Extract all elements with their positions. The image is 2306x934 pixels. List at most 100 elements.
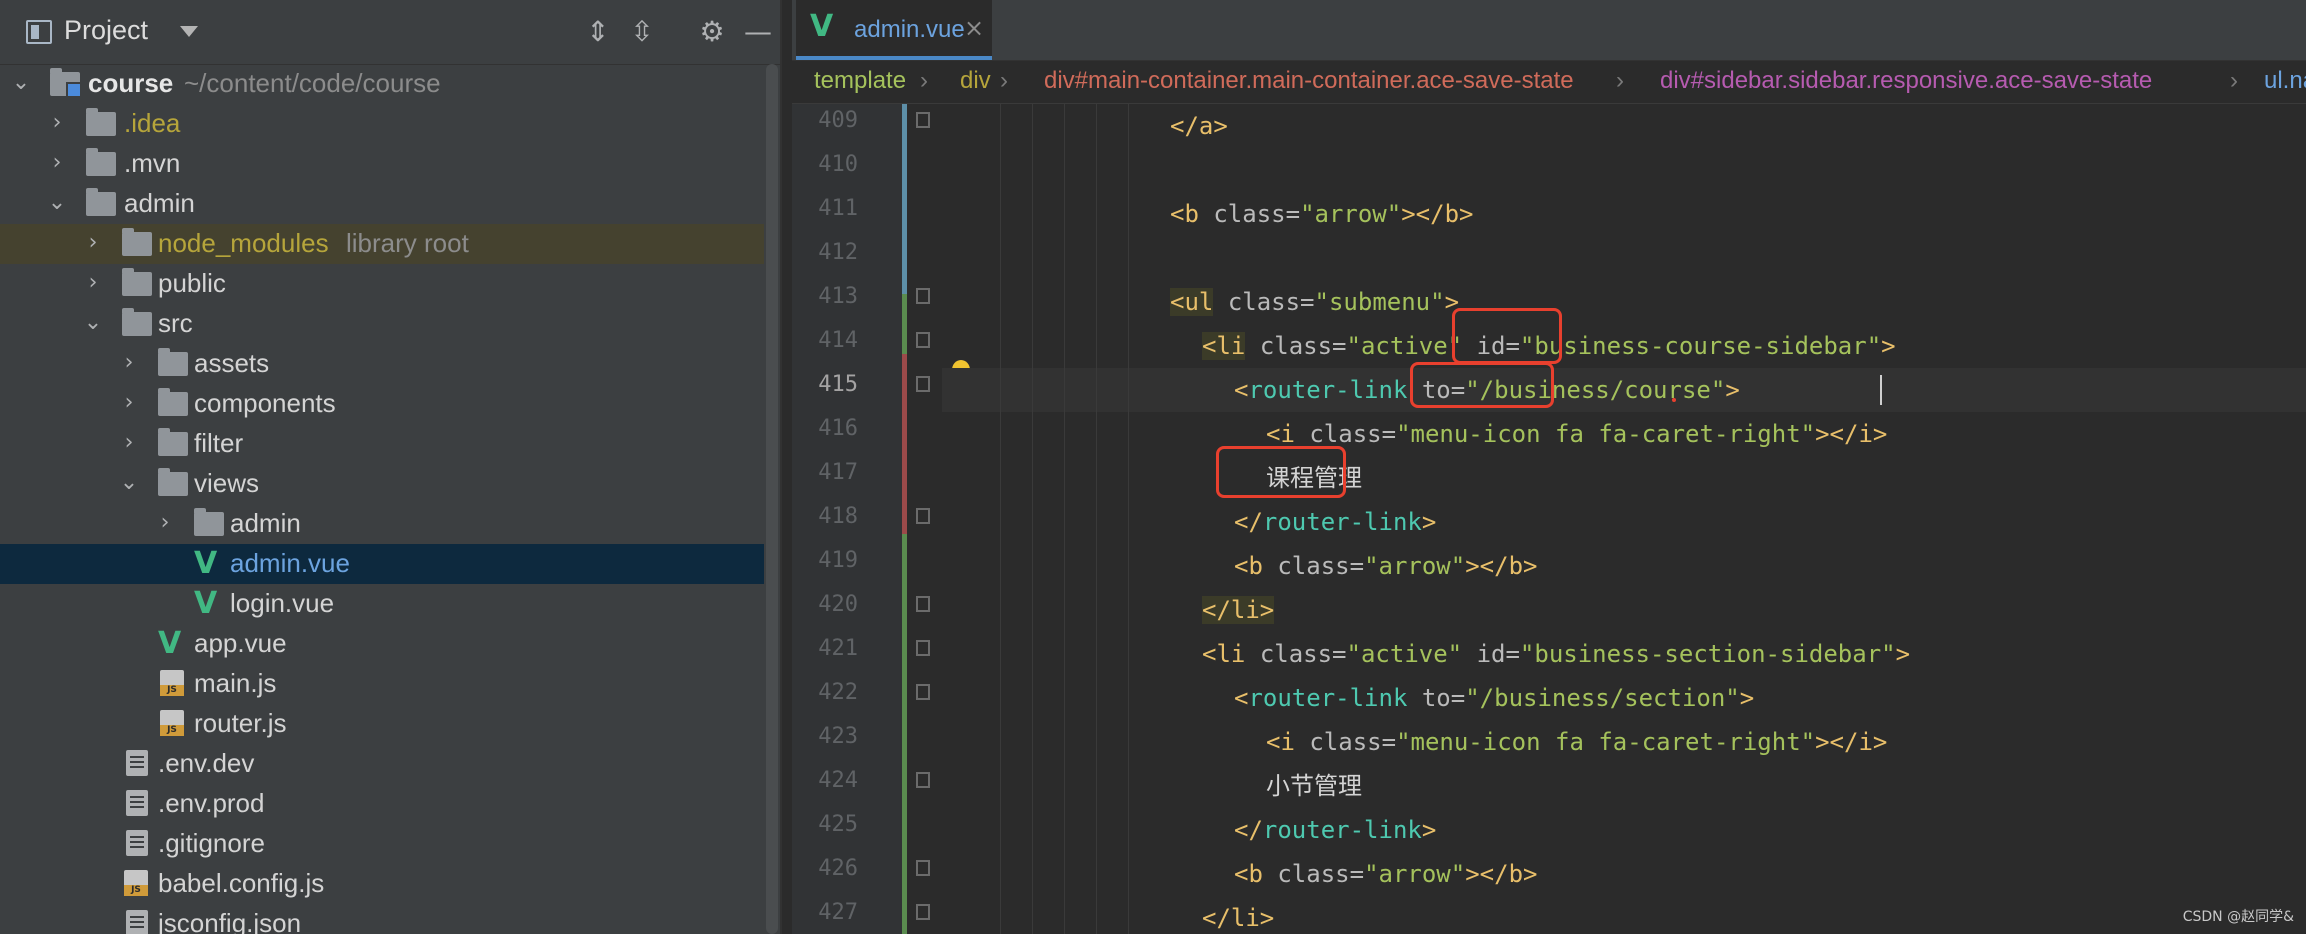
- code-line: <i class="menu-icon fa fa-caret-right"><…: [1266, 728, 1888, 756]
- library-root-label: library root: [346, 228, 469, 258]
- line-number: 423: [818, 724, 858, 749]
- gear-icon[interactable]: ⚙: [694, 14, 730, 50]
- fold-marker-icon[interactable]: [916, 112, 930, 128]
- code-line: <router-link to="/business/section">: [1234, 684, 1755, 712]
- fold-marker-icon[interactable]: [916, 376, 930, 392]
- tree-item-label: .env.dev: [158, 748, 255, 778]
- tree-item-label: main.js: [194, 668, 277, 698]
- code-line: <ul class="submenu">: [1170, 288, 1460, 316]
- fold-marker-icon[interactable]: [916, 684, 930, 700]
- tree-item-env-prod[interactable]: .env.prod: [0, 784, 764, 824]
- folder-icon: [158, 468, 188, 496]
- tree-item-public[interactable]: › public: [0, 264, 764, 304]
- tree-item-node-modules[interactable]: › node_modules library root: [0, 224, 764, 264]
- breadcrumb-item[interactable]: div: [960, 67, 991, 95]
- line-number: 410: [818, 152, 858, 177]
- chevron-right-icon[interactable]: ›: [82, 230, 104, 256]
- tree-item-label: admin: [230, 508, 301, 538]
- breadcrumb-item[interactable]: div#main-container.main-container.ace-sa…: [1044, 67, 1574, 95]
- tree-item-components[interactable]: › components: [0, 384, 764, 424]
- chevron-right-icon[interactable]: ›: [46, 110, 68, 136]
- code-area[interactable]: </a> <b class="arrow"></b> <ul class="su…: [942, 104, 2306, 934]
- change-marker-deleted[interactable]: [902, 354, 907, 534]
- text-caret: [1880, 375, 1882, 405]
- tree-item-label: views: [194, 468, 260, 498]
- tree-item-jsconfig[interactable]: jsconfig.json: [0, 904, 764, 934]
- chevron-down-icon[interactable]: ⌄: [82, 310, 104, 336]
- annotation-dot: [1672, 398, 1676, 402]
- folder-icon: [122, 268, 152, 296]
- code-line: <b class="arrow"></b>: [1234, 552, 1538, 580]
- tree-item-label: login.vue: [230, 588, 335, 618]
- fold-marker-icon[interactable]: [916, 508, 930, 524]
- line-number: 418: [818, 504, 858, 529]
- watermark: CSDN @赵同学&: [2182, 909, 2294, 925]
- change-marker-added[interactable]: [902, 534, 907, 934]
- line-number: 412: [818, 240, 858, 265]
- fold-marker-icon[interactable]: [916, 904, 930, 920]
- breadcrumb-item[interactable]: template: [814, 67, 906, 95]
- tree-item-filter[interactable]: › filter: [0, 424, 764, 464]
- tab-admin-vue[interactable]: V admin.vue ×: [796, 0, 992, 60]
- breadcrumb-item[interactable]: div#sidebar.sidebar.responsive.ace-save-…: [1660, 67, 2152, 95]
- chevron-right-icon[interactable]: ›: [118, 350, 140, 376]
- tree-item-course[interactable]: ⌄ course ~/content/code/course: [0, 64, 764, 104]
- tree-item-label: babel.config.js: [158, 868, 325, 898]
- chevron-right-icon[interactable]: ›: [46, 150, 68, 176]
- tree-item-main-js[interactable]: JS main.js: [0, 664, 764, 704]
- tree-item-admin[interactable]: ⌄ admin: [0, 184, 764, 224]
- line-number: 421: [818, 636, 858, 661]
- folder-icon: [158, 348, 188, 376]
- line-number: 417: [818, 460, 858, 485]
- chevron-down-icon[interactable]: ⌄: [46, 190, 68, 216]
- change-marker-modified[interactable]: [902, 104, 907, 294]
- folder-icon: [86, 108, 116, 136]
- chevron-down-icon[interactable]: ⌄: [118, 470, 140, 496]
- tree-item-app-vue[interactable]: V app.vue: [0, 624, 764, 664]
- line-number: 426: [818, 856, 858, 881]
- fold-marker-icon[interactable]: [916, 332, 930, 348]
- chevron-right-icon[interactable]: ›: [118, 430, 140, 456]
- tree-item-env-dev[interactable]: .env.dev: [0, 744, 764, 784]
- fold-marker-icon[interactable]: [916, 860, 930, 876]
- expand-all-icon[interactable]: ⇕: [580, 14, 616, 50]
- tree-item-assets[interactable]: › assets: [0, 344, 764, 384]
- chevron-down-icon[interactable]: ⌄: [10, 70, 32, 96]
- annotation-box: [1216, 446, 1346, 498]
- line-number: 424: [818, 768, 858, 793]
- collapse-all-icon[interactable]: ⇳: [624, 14, 660, 50]
- fold-marker-icon[interactable]: [916, 772, 930, 788]
- tree-item-idea[interactable]: › .idea: [0, 104, 764, 144]
- fold-marker-icon[interactable]: [916, 288, 930, 304]
- tree-item-mvn[interactable]: › .mvn: [0, 144, 764, 184]
- line-number: 420: [818, 592, 858, 617]
- chevron-down-icon[interactable]: [180, 26, 198, 37]
- code-line: </router-link>: [1234, 508, 1437, 536]
- line-number-gutter: 409 410 411 412 413 414 415 416 417 418 …: [792, 104, 930, 934]
- project-view-icon[interactable]: [26, 20, 52, 44]
- change-marker-added[interactable]: [902, 294, 907, 354]
- tree-item-babel-config[interactable]: JS babel.config.js: [0, 864, 764, 904]
- project-scrollbar[interactable]: [766, 64, 778, 934]
- line-number: 411: [818, 196, 858, 221]
- project-tree: ⌄ course ~/content/code/course › .idea ›…: [0, 64, 780, 934]
- tree-item-router-js[interactable]: JS router.js: [0, 704, 764, 744]
- tree-item-views[interactable]: ⌄ views: [0, 464, 764, 504]
- hide-panel-icon[interactable]: —: [740, 14, 776, 50]
- chevron-right-icon[interactable]: ›: [82, 270, 104, 296]
- fold-marker-icon[interactable]: [916, 596, 930, 612]
- json-file-icon: [126, 910, 148, 934]
- tree-item-login-vue[interactable]: V login.vue: [0, 584, 764, 624]
- tree-item-views-admin[interactable]: › admin: [0, 504, 764, 544]
- breadcrumb-item[interactable]: ul.nav.l: [2264, 67, 2306, 95]
- tree-item-gitignore[interactable]: .gitignore: [0, 824, 764, 864]
- project-panel-title[interactable]: Project: [64, 15, 148, 46]
- chevron-right-icon[interactable]: ›: [118, 390, 140, 416]
- tree-item-src[interactable]: ⌄ src: [0, 304, 764, 344]
- close-icon[interactable]: ×: [964, 14, 984, 42]
- fold-marker-icon[interactable]: [916, 640, 930, 656]
- chevron-right-icon[interactable]: ›: [154, 510, 176, 536]
- code-line: </li>: [1202, 904, 1275, 932]
- tree-item-admin-vue[interactable]: V admin.vue: [0, 544, 764, 584]
- code-line: </router-link>: [1234, 816, 1437, 844]
